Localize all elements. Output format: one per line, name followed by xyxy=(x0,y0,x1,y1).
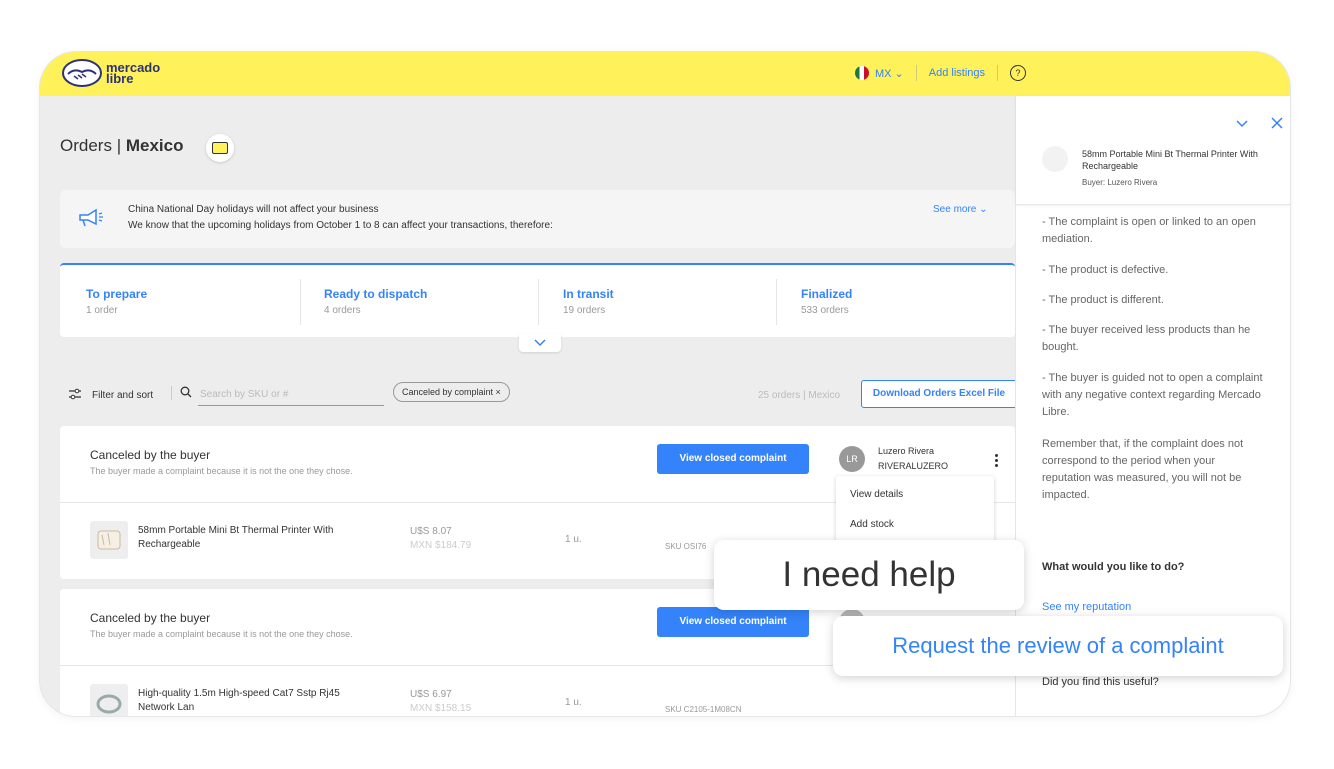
help-text: - The product is different. xyxy=(1042,294,1164,306)
feedback-question: Did you find this useful? xyxy=(1042,676,1159,688)
top-right-nav: MX ⌄ Add listings ? xyxy=(855,65,1027,81)
product-thumbnail xyxy=(1042,146,1068,172)
logo-text: mercado libre xyxy=(106,61,160,85)
order-status-detail: The buyer made a complaint because it is… xyxy=(90,629,353,639)
filter-sliders-icon[interactable] xyxy=(68,388,82,400)
quantity: 1 u. xyxy=(565,697,582,708)
tab-ready-to-dispatch[interactable]: Ready to dispatch 4 orders xyxy=(300,265,538,337)
divider xyxy=(171,386,172,400)
holiday-notice: China National Day holidays will not aff… xyxy=(60,190,1015,248)
expand-tabs-button[interactable] xyxy=(519,334,561,352)
side-product-title: 58mm Portable Mini Bt Thermal Printer Wi… xyxy=(1082,149,1258,171)
side-panel-header: 58mm Portable Mini Bt Thermal Printer Wi… xyxy=(1016,96,1290,205)
see-more-label: See more xyxy=(933,204,977,215)
canceled-by-complaint-chip[interactable]: Canceled by complaint × xyxy=(393,382,510,402)
tab-in-transit[interactable]: In transit 19 orders xyxy=(538,265,776,337)
order-status: Canceled by the buyer xyxy=(90,448,211,462)
help-text: - The buyer is guided not to open a comp… xyxy=(1042,372,1263,418)
product-title[interactable]: High-quality 1.5m High-speed Cat7 Sstp R… xyxy=(138,687,348,715)
title-prefix: Orders xyxy=(60,136,112,155)
menu-item-add-stock[interactable]: Add stock xyxy=(850,519,894,530)
chevron-down-icon xyxy=(534,339,546,347)
help-text: - The buyer received less products than … xyxy=(1042,324,1251,353)
title-separator: | xyxy=(111,136,126,155)
price-mxn: MXN $184.79 xyxy=(410,540,472,551)
add-listings-link[interactable]: Add listings xyxy=(929,67,985,79)
help-text: Remember that, if the complaint does not… xyxy=(1042,438,1244,501)
quantity: 1 u. xyxy=(565,534,582,545)
tab-finalized[interactable]: Finalized 533 orders xyxy=(776,265,1015,337)
divider xyxy=(997,65,999,81)
notice-title: China National Day holidays will not aff… xyxy=(128,204,379,215)
view-closed-complaint-button[interactable]: View closed complaint xyxy=(657,444,809,474)
chevron-down-icon[interactable] xyxy=(1235,116,1249,130)
product-title[interactable]: 58mm Portable Mini Bt Thermal Printer Wi… xyxy=(138,524,348,552)
tab-label: To prepare xyxy=(86,287,148,301)
mexico-flag-icon xyxy=(855,66,869,80)
filter-bar: Filter and sort Canceled by complaint × … xyxy=(68,380,1017,412)
tab-to-prepare[interactable]: To prepare 1 order xyxy=(60,265,300,337)
country-label: MX xyxy=(875,67,892,80)
more-options-icon[interactable] xyxy=(995,454,999,469)
tab-count: 533 orders xyxy=(801,305,849,316)
notice-body: We know that the upcoming holidays from … xyxy=(128,220,553,231)
view-closed-complaint-button[interactable]: View closed complaint xyxy=(657,607,809,637)
price-usd: U$S 8.07 xyxy=(410,526,452,537)
tab-label: Ready to dispatch xyxy=(324,287,428,301)
chevron-down-icon: ⌄ xyxy=(979,204,988,215)
mercado-libre-logo[interactable]: mercado libre xyxy=(62,58,160,88)
see-more-link[interactable]: See more ⌄ xyxy=(933,204,988,215)
price-usd: U$S 6.97 xyxy=(410,689,452,700)
country-selector[interactable]: MX ⌄ xyxy=(875,67,904,80)
divider xyxy=(915,65,917,81)
see-my-reputation-link[interactable]: See my reputation xyxy=(1042,601,1131,613)
product-image xyxy=(90,684,128,716)
help-text: - The product is defective. xyxy=(1042,264,1169,276)
buyer-nickname: RIVERALUZERO xyxy=(878,461,949,471)
side-question: What would you like to do? xyxy=(1042,561,1185,573)
request-review-callout[interactable]: Request the review of a complaint xyxy=(833,616,1283,676)
top-bar: mercado libre MX ⌄ Add listings ? xyxy=(40,52,1290,96)
filter-and-sort-button[interactable]: Filter and sort xyxy=(92,390,153,401)
help-icon[interactable]: ? xyxy=(1010,65,1027,81)
tab-count: 4 orders xyxy=(324,305,361,316)
orders-count: 25 orders | Mexico xyxy=(758,390,841,401)
order-status-tabs: To prepare 1 order Ready to dispatch 4 o… xyxy=(60,263,1015,337)
tab-count: 1 order xyxy=(86,305,118,316)
tab-label: Finalized xyxy=(801,287,853,301)
product-image xyxy=(90,521,128,559)
order-status-detail: The buyer made a complaint because it is… xyxy=(90,466,353,476)
help-text: - The complaint is open or linked to an … xyxy=(1042,216,1256,245)
i-need-help-callout[interactable]: I need help xyxy=(714,540,1024,610)
menu-item-view-details[interactable]: View details xyxy=(850,489,903,500)
close-icon[interactable] xyxy=(1270,116,1284,130)
guide-book-icon[interactable] xyxy=(206,134,234,162)
download-excel-button[interactable]: Download Orders Excel File xyxy=(861,380,1017,408)
sku: SKU C2105-1M08CN xyxy=(665,705,742,714)
page-title: Orders | Mexico xyxy=(60,136,183,156)
tab-count: 19 orders xyxy=(563,305,606,316)
handshake-logo-icon xyxy=(62,59,102,87)
buyer-name: Luzero Rivera xyxy=(878,446,935,456)
avatar: LR xyxy=(839,446,865,472)
megaphone-icon xyxy=(79,208,103,227)
title-country: Mexico xyxy=(125,136,184,155)
tab-label: In transit xyxy=(563,287,614,301)
price-mxn: MXN $158.15 xyxy=(410,703,472,714)
order-status: Canceled by the buyer xyxy=(90,611,211,625)
search-icon xyxy=(180,386,192,398)
side-buyer: Buyer: Luzero Rivera xyxy=(1082,178,1158,187)
sku: SKU OSI76 xyxy=(665,542,707,551)
search-input[interactable] xyxy=(198,383,384,406)
